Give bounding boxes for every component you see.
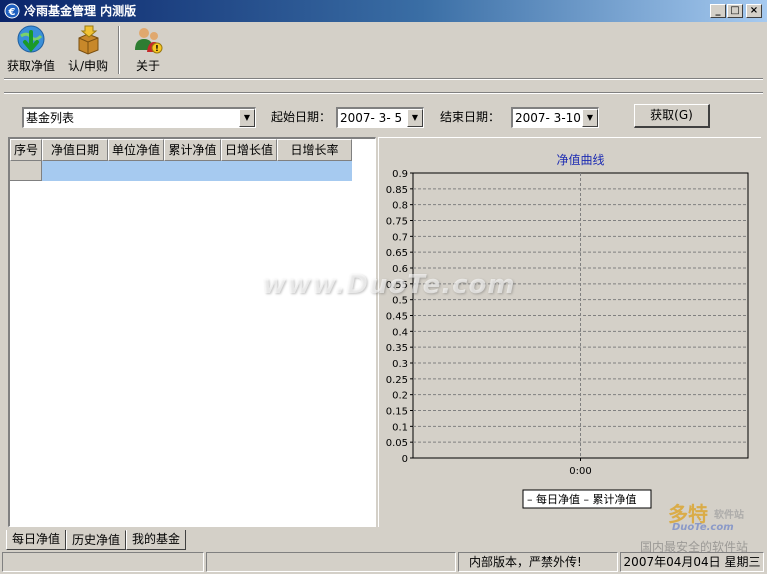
y-tick-label: 0.7 bbox=[392, 232, 408, 243]
minimize-button[interactable]: _ bbox=[710, 4, 726, 18]
toolbar-separator bbox=[118, 26, 120, 74]
y-tick-label: 0.6 bbox=[392, 264, 408, 275]
y-tick-label: 0.55 bbox=[386, 280, 408, 291]
y-tick-label: 0.1 bbox=[392, 422, 408, 433]
start-date-picker[interactable]: 2007- 3- 5 ▼ bbox=[336, 107, 424, 128]
column-header[interactable]: 日增长率 bbox=[277, 139, 352, 161]
y-tick-label: 0.4 bbox=[392, 327, 408, 338]
toolbar: 获取净值 认/申购 ! 关于 bbox=[0, 22, 767, 78]
title-bar[interactable]: € 冷雨基金管理 内测版 _ □ × bbox=[0, 0, 767, 22]
start-date-value: 2007- 3- 5 bbox=[340, 111, 403, 125]
chart-panel: 净值曲线 0 0.05 0.1 0.15 0.2 0.25 0.3 0.35 0.4 0.45 0.5… bbox=[378, 137, 761, 527]
chevron-down-icon[interactable]: ▼ bbox=[582, 109, 598, 127]
tab-daily-nav[interactable]: 每日净值 bbox=[6, 530, 66, 550]
chart-title: 净值曲线 bbox=[556, 152, 604, 167]
y-tick-label: 0.8 bbox=[392, 201, 408, 212]
app-window: € 冷雨基金管理 内测版 _ □ × 获取净值 认/申购 ! 关于 基金列表 ▼… bbox=[0, 0, 767, 574]
y-tick-label: 0.25 bbox=[386, 375, 408, 386]
row-indicator[interactable] bbox=[10, 161, 42, 181]
column-header[interactable]: 净值日期 bbox=[42, 139, 108, 161]
y-tick-label: 0.65 bbox=[386, 248, 408, 259]
column-header[interactable]: 累计净值 bbox=[164, 139, 221, 161]
window-title: 冷雨基金管理 内测版 bbox=[24, 4, 137, 18]
get-nav-label: 获取净值 bbox=[6, 59, 55, 73]
fund-list-combo[interactable]: 基金列表 ▼ bbox=[22, 107, 256, 128]
close-button[interactable]: × bbox=[746, 4, 762, 18]
y-tick-label: 0.15 bbox=[386, 407, 408, 418]
chevron-down-icon[interactable]: ▼ bbox=[239, 109, 255, 127]
status-cell-empty bbox=[2, 552, 204, 572]
y-tick-label: 0.85 bbox=[386, 185, 408, 196]
column-header[interactable]: 序号 bbox=[10, 139, 42, 161]
y-tick-label: 0 bbox=[402, 454, 408, 465]
y-tick-label: 0.5 bbox=[392, 296, 408, 307]
end-date-value: 2007- 3-10 bbox=[515, 111, 581, 125]
status-cell-empty bbox=[206, 552, 456, 572]
y-tick-label: 0.3 bbox=[392, 359, 408, 370]
table-row[interactable] bbox=[10, 161, 352, 181]
y-tick-label: 0.75 bbox=[386, 217, 408, 228]
selected-row-cells[interactable] bbox=[42, 161, 352, 181]
get-nav-button[interactable]: 获取净值 bbox=[4, 24, 58, 76]
tab-my-funds[interactable]: 我的基金 bbox=[126, 530, 186, 550]
column-header[interactable]: 日增长值 bbox=[221, 139, 277, 161]
table-header: 序号 净值日期 单位净值 累计净值 日增长值 日增长率 bbox=[10, 139, 352, 161]
about-label: 关于 bbox=[135, 59, 160, 73]
toolbar-divider bbox=[4, 78, 763, 80]
end-date-picker[interactable]: 2007- 3-10 ▼ bbox=[511, 107, 599, 128]
maximize-button[interactable]: □ bbox=[727, 4, 743, 18]
tab-history-nav[interactable]: 历史净值 bbox=[66, 530, 126, 550]
users-info-icon: ! bbox=[135, 28, 163, 54]
box-arrow-icon bbox=[78, 25, 99, 55]
chevron-down-icon[interactable]: ▼ bbox=[407, 109, 423, 127]
legend-text: – 每日净值 – 累计净值 bbox=[527, 492, 637, 506]
nav-table[interactable]: 序号 净值日期 单位净值 累计净值 日增长值 日增长率 bbox=[8, 137, 376, 527]
x-tick-label: 0:00 bbox=[569, 466, 591, 477]
y-tick-label: 0.05 bbox=[386, 438, 408, 449]
y-tick-label: 0.45 bbox=[386, 312, 408, 323]
end-date-label: 结束日期： bbox=[440, 110, 501, 124]
subscribe-button[interactable]: 认/申购 bbox=[64, 24, 112, 76]
subscribe-label: 认/申购 bbox=[67, 59, 109, 73]
svg-text:!: ! bbox=[155, 44, 159, 53]
y-tick-label: 0.2 bbox=[392, 391, 408, 402]
download-globe-icon bbox=[17, 25, 45, 53]
fund-list-value: 基金列表 bbox=[26, 111, 75, 125]
status-datetime: 2007年04月04日 星期三 bbox=[620, 552, 764, 572]
y-tick-label: 0.35 bbox=[386, 343, 408, 354]
content-divider bbox=[4, 92, 763, 94]
start-date-label: 起始日期： bbox=[271, 110, 332, 124]
column-header[interactable]: 单位净值 bbox=[108, 139, 164, 161]
about-button[interactable]: ! 关于 bbox=[128, 24, 168, 76]
svg-text:€: € bbox=[8, 7, 16, 18]
nav-chart: 净值曲线 0 0.05 0.1 0.15 0.2 0.25 0.3 0.35 0.4 0.45 0.5… bbox=[386, 152, 749, 509]
app-logo-icon: € bbox=[4, 3, 20, 19]
y-tick-label: 0.9 bbox=[392, 169, 408, 180]
status-message: 内部版本，严禁外传! bbox=[458, 552, 618, 572]
fetch-button[interactable]: 获取(G) bbox=[634, 104, 710, 128]
